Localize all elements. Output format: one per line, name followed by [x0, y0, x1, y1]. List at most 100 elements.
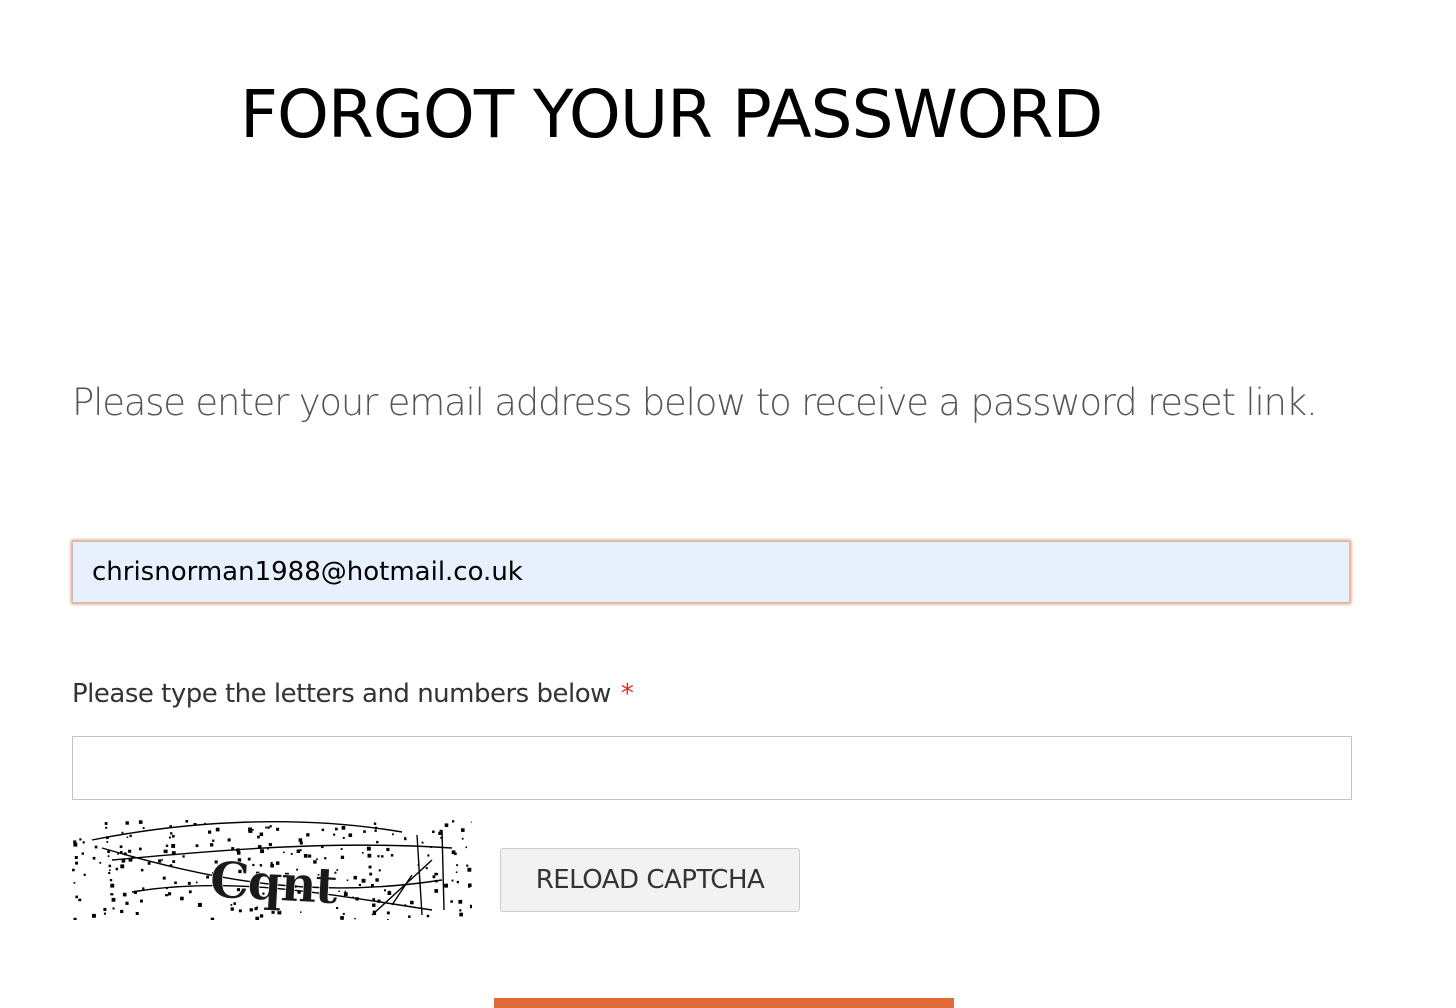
captcha-noise-dot — [185, 820, 189, 823]
captcha-noise-dot — [384, 889, 386, 892]
captcha-noise-dot — [215, 827, 220, 832]
captcha-noise-dot — [368, 865, 372, 869]
captcha-noise-dot — [459, 909, 462, 912]
captcha-noise-dot — [299, 849, 302, 852]
page-title: FORGOT YOUR PASSWORD — [240, 76, 1103, 153]
captcha-noise-dot — [73, 842, 78, 847]
captcha-noise-dot — [104, 822, 108, 825]
captcha-noise-dot — [296, 849, 301, 853]
captcha-noise-dot — [103, 912, 106, 915]
captcha-noise-dot — [276, 827, 280, 831]
captcha-noise-dot — [110, 883, 115, 888]
captcha-noise-dot — [109, 879, 113, 882]
captcha-noise-dot — [119, 845, 123, 849]
captcha-noise-dot — [82, 841, 85, 844]
captcha-noise-dot — [456, 864, 459, 867]
captcha-noise-dot — [174, 881, 177, 884]
captcha-noise-dot — [112, 907, 115, 910]
captcha-noise-dot — [103, 907, 107, 911]
captcha-noise-dot — [387, 919, 389, 920]
captcha-input[interactable] — [72, 736, 1352, 800]
captcha-noise-dot — [408, 915, 411, 918]
captcha-noise-dot — [107, 855, 110, 857]
captcha-noise-dot — [197, 902, 202, 907]
captcha-noise-dot — [111, 897, 116, 902]
captcha-noise-dot — [451, 850, 456, 855]
captcha-noise-dot — [427, 854, 430, 857]
captcha-noise-dot — [165, 844, 169, 847]
captcha-noise-dot — [140, 868, 144, 872]
captcha-noise-dot — [374, 829, 377, 832]
captcha-noise-dot — [206, 875, 210, 879]
captcha-noise-dot — [354, 917, 356, 920]
captcha-noise-dot — [298, 838, 303, 842]
captcha-noise-dot — [126, 836, 129, 838]
captcha-noise-dot — [165, 894, 168, 897]
captcha-noise-dot — [259, 914, 264, 918]
captcha-noise-dot — [75, 861, 78, 865]
captcha-noise-dot — [426, 914, 430, 918]
captcha-noise-dot — [171, 844, 176, 848]
captcha-noise-dot — [333, 833, 336, 836]
captcha-noise-dot — [259, 832, 264, 836]
reset-password-button[interactable] — [494, 998, 954, 1008]
captcha-noise-dot — [341, 826, 346, 830]
captcha-noise-dot — [195, 844, 199, 848]
captcha-noise-dot — [375, 878, 379, 882]
captcha-noise-dot — [336, 907, 339, 910]
captcha-noise-dot — [452, 820, 455, 823]
captcha-noise-dot — [340, 855, 345, 859]
captcha-noise-dot — [455, 871, 458, 873]
captcha-noise-dot — [343, 892, 348, 896]
captcha-noise-dot — [162, 876, 166, 880]
captcha-noise-dot — [348, 833, 353, 837]
captcha-noise-dot — [458, 899, 463, 904]
captcha-noise-dot — [366, 846, 371, 851]
captcha-noise-dot — [268, 843, 272, 847]
captcha-noise-dot — [147, 861, 151, 865]
captcha-noise-dot — [372, 903, 376, 907]
captcha-noise-dot — [99, 861, 102, 864]
captcha-noise-dot — [444, 823, 449, 827]
captcha-noise-dot — [363, 830, 366, 833]
captcha-noise-dot — [92, 913, 96, 918]
captcha-image: Cqnt — [72, 820, 472, 920]
captcha-noise-dot — [171, 834, 175, 838]
captcha-noise-dot — [168, 892, 172, 896]
captcha-noise-dot — [142, 887, 145, 890]
captcha-noise-dot — [421, 841, 424, 844]
captcha-noise-dot — [73, 917, 77, 920]
captcha-noise-dot — [108, 872, 111, 875]
captcha-noise-dot — [121, 831, 124, 834]
captcha-noise-dot — [111, 893, 114, 896]
captcha-noise-dot — [161, 859, 163, 861]
reload-captcha-button[interactable]: RELOAD CAPTCHA — [500, 848, 800, 912]
captcha-noise-dot — [367, 853, 372, 858]
captcha-noise-dot — [436, 873, 439, 876]
captcha-noise-dot — [390, 854, 394, 857]
captcha-noise-dot — [74, 856, 78, 859]
captcha-noise-dot — [269, 825, 272, 828]
captcha-noise-dot — [208, 830, 212, 834]
captcha-noise-dot — [459, 912, 463, 917]
captcha-noise-dot — [461, 837, 464, 840]
captcha-noise-dot — [467, 867, 472, 872]
captcha-noise-dot — [306, 833, 310, 837]
captcha-noise-dot — [257, 835, 260, 839]
captcha-noise-dot — [450, 900, 453, 903]
captcha-noise-dot — [120, 909, 124, 914]
email-field[interactable] — [72, 541, 1350, 603]
captcha-noise-dot — [94, 845, 98, 849]
captcha-noise-dot — [170, 832, 173, 835]
captcha-noise-dot — [362, 852, 364, 854]
captcha-noise-dot — [108, 864, 112, 868]
captcha-noise-dot — [109, 869, 111, 872]
captcha-noise-dot — [227, 838, 231, 842]
captcha-noise-dot — [469, 904, 472, 909]
captcha-label: Please type the letters and numbers belo… — [72, 674, 634, 714]
intro-text: Please enter your email address below to… — [72, 381, 1318, 424]
captcha-noise-dot — [432, 875, 436, 879]
captcha-noise-dot — [451, 879, 454, 882]
required-marker: * — [620, 679, 634, 709]
captcha-noise-dot — [139, 847, 142, 851]
